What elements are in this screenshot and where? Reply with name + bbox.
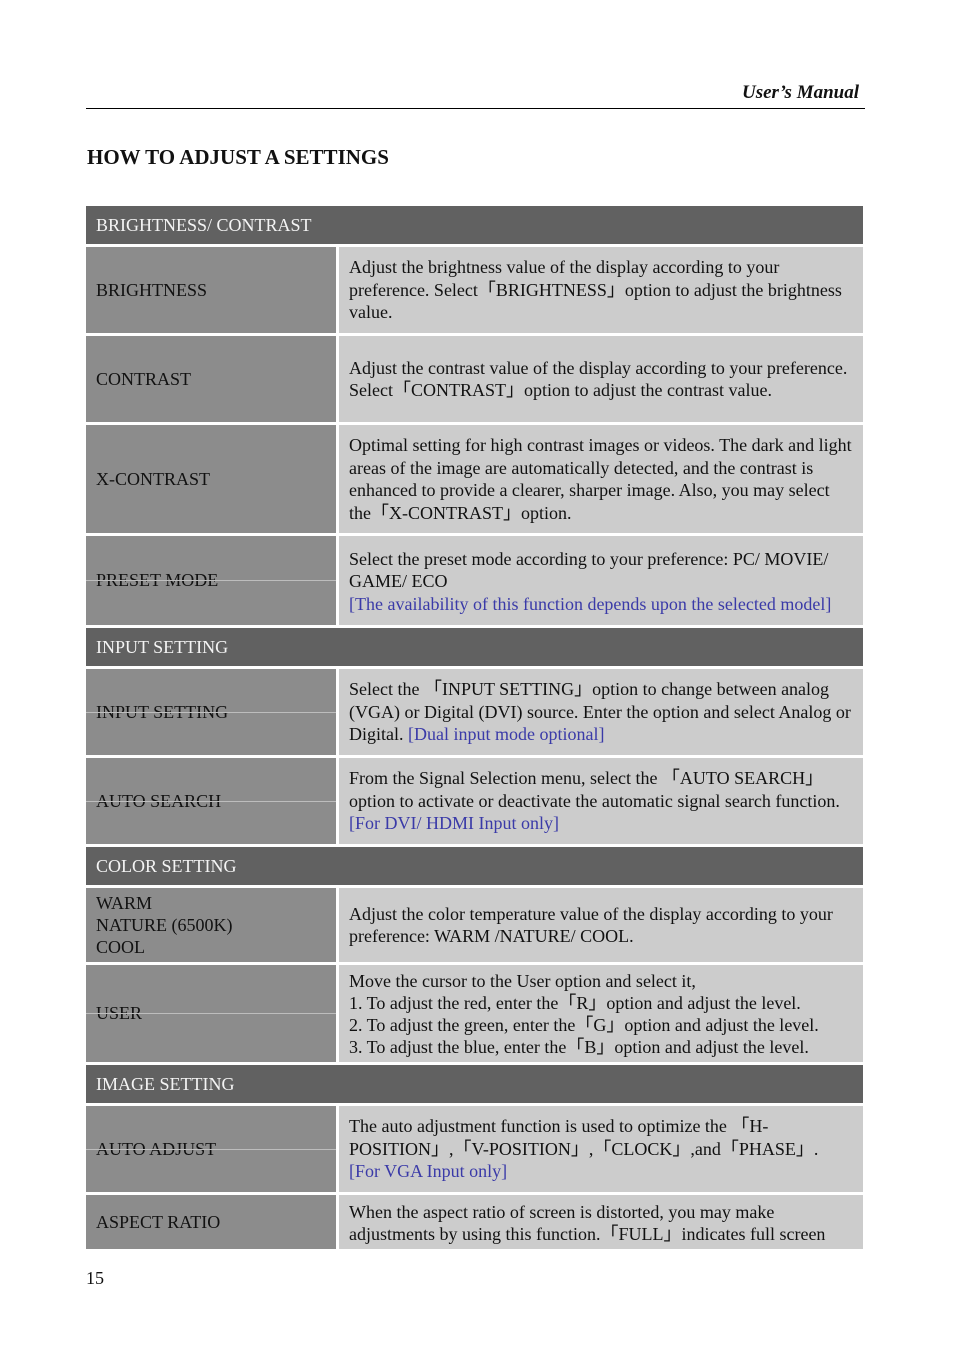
- availability-note: [Dual input mode optional]: [408, 724, 605, 745]
- setting-label: USER: [86, 965, 336, 1062]
- setting-description: From the Signal Selection menu, select t…: [339, 758, 863, 844]
- setting-description: Adjust the contrast value of the display…: [339, 336, 863, 422]
- description-line: Move the cursor to the User option and s…: [349, 970, 696, 991]
- description-text: The auto adjustment function is used to …: [349, 1116, 819, 1159]
- page-number: 15: [86, 1268, 104, 1288]
- setting-label: INPUT SETTING: [86, 669, 336, 755]
- table-row: WARM NATURE (6500K) COOL Adjust the colo…: [86, 888, 863, 962]
- setting-label: BRIGHTNESS: [86, 247, 336, 333]
- setting-description: Select the preset mode according to your…: [339, 536, 863, 625]
- setting-description: Adjust the color temperature value of th…: [339, 888, 863, 962]
- running-head: User’s Manual: [741, 82, 859, 103]
- setting-description: The auto adjustment function is used to …: [339, 1106, 863, 1192]
- setting-label: PRESET MODE: [86, 536, 336, 625]
- description-text: Select the 「INPUT SETTING」option to chan…: [349, 678, 853, 746]
- table-row: X-CONTRAST Optimal setting for high cont…: [86, 425, 863, 533]
- settings-table: BRIGHTNESS/ CONTRAST BRIGHTNESS Adjust t…: [86, 206, 863, 1252]
- table-row: BRIGHTNESS Adjust the brightness value o…: [86, 247, 863, 333]
- description-text: From the Signal Selection menu, select t…: [349, 767, 853, 835]
- setting-label: WARM NATURE (6500K) COOL: [86, 888, 336, 962]
- section-heading: COLOR SETTING: [86, 847, 863, 885]
- description-text: Adjust the color temperature value of th…: [349, 903, 833, 947]
- availability-note: [The availability of this function depen…: [349, 593, 832, 614]
- table-row: USER Move the cursor to the User option …: [86, 965, 863, 1062]
- label-line: COOL: [96, 937, 145, 957]
- availability-note: [For DVI/ HDMI Input only]: [349, 813, 559, 834]
- section-heading: IMAGE SETTING: [86, 1065, 863, 1103]
- table-row: AUTO ADJUST The auto adjustment function…: [86, 1106, 863, 1192]
- setting-description: When the aspect ratio of screen is disto…: [339, 1195, 863, 1249]
- setting-label: X-CONTRAST: [86, 425, 336, 533]
- label-line: WARM: [96, 893, 153, 913]
- section-heading: INPUT SETTING: [86, 628, 863, 666]
- description-text: Adjust the brightness value of the displ…: [349, 257, 842, 323]
- label-line: NATURE (6500K): [96, 915, 233, 935]
- table-row: AUTO SEARCH From the Signal Selection me…: [86, 758, 863, 844]
- table-row: PRESET MODE Select the preset mode accor…: [86, 536, 863, 625]
- description-line: 2. To adjust the green, enter the「G」opti…: [349, 1014, 819, 1035]
- table-row: INPUT SETTING Select the 「INPUT SETTING」…: [86, 669, 863, 755]
- setting-description: Optimal setting for high contrast images…: [339, 425, 863, 533]
- page-title: HOW TO ADJUST A SETTINGS: [87, 145, 389, 169]
- availability-note: [For VGA Input only]: [349, 1161, 508, 1182]
- setting-description: Move the cursor to the User option and s…: [339, 965, 863, 1062]
- description-text: Select the preset mode according to your…: [349, 548, 829, 592]
- setting-label: ASPECT RATIO: [86, 1195, 336, 1249]
- setting-label: AUTO SEARCH: [86, 758, 336, 844]
- setting-description: Adjust the brightness value of the displ…: [339, 247, 863, 333]
- description-text: Optimal setting for high contrast images…: [349, 435, 852, 523]
- header-rule: [86, 108, 865, 109]
- setting-description: Select the 「INPUT SETTING」option to chan…: [339, 669, 863, 755]
- table-row: CONTRAST Adjust the contrast value of th…: [86, 336, 863, 422]
- description-line: 3. To adjust the blue, enter the「B」optio…: [349, 1036, 809, 1057]
- setting-label: AUTO ADJUST: [86, 1106, 336, 1192]
- table-row: ASPECT RATIO When the aspect ratio of sc…: [86, 1195, 863, 1249]
- description-text: Adjust the contrast value of the display…: [349, 357, 848, 401]
- setting-label: CONTRAST: [86, 336, 336, 422]
- section-heading: BRIGHTNESS/ CONTRAST: [86, 206, 863, 244]
- description-line: 1. To adjust the red, enter the「R」option…: [349, 992, 801, 1013]
- description-text: When the aspect ratio of screen is disto…: [349, 1201, 826, 1245]
- description-body: From the Signal Selection menu, select t…: [349, 768, 840, 811]
